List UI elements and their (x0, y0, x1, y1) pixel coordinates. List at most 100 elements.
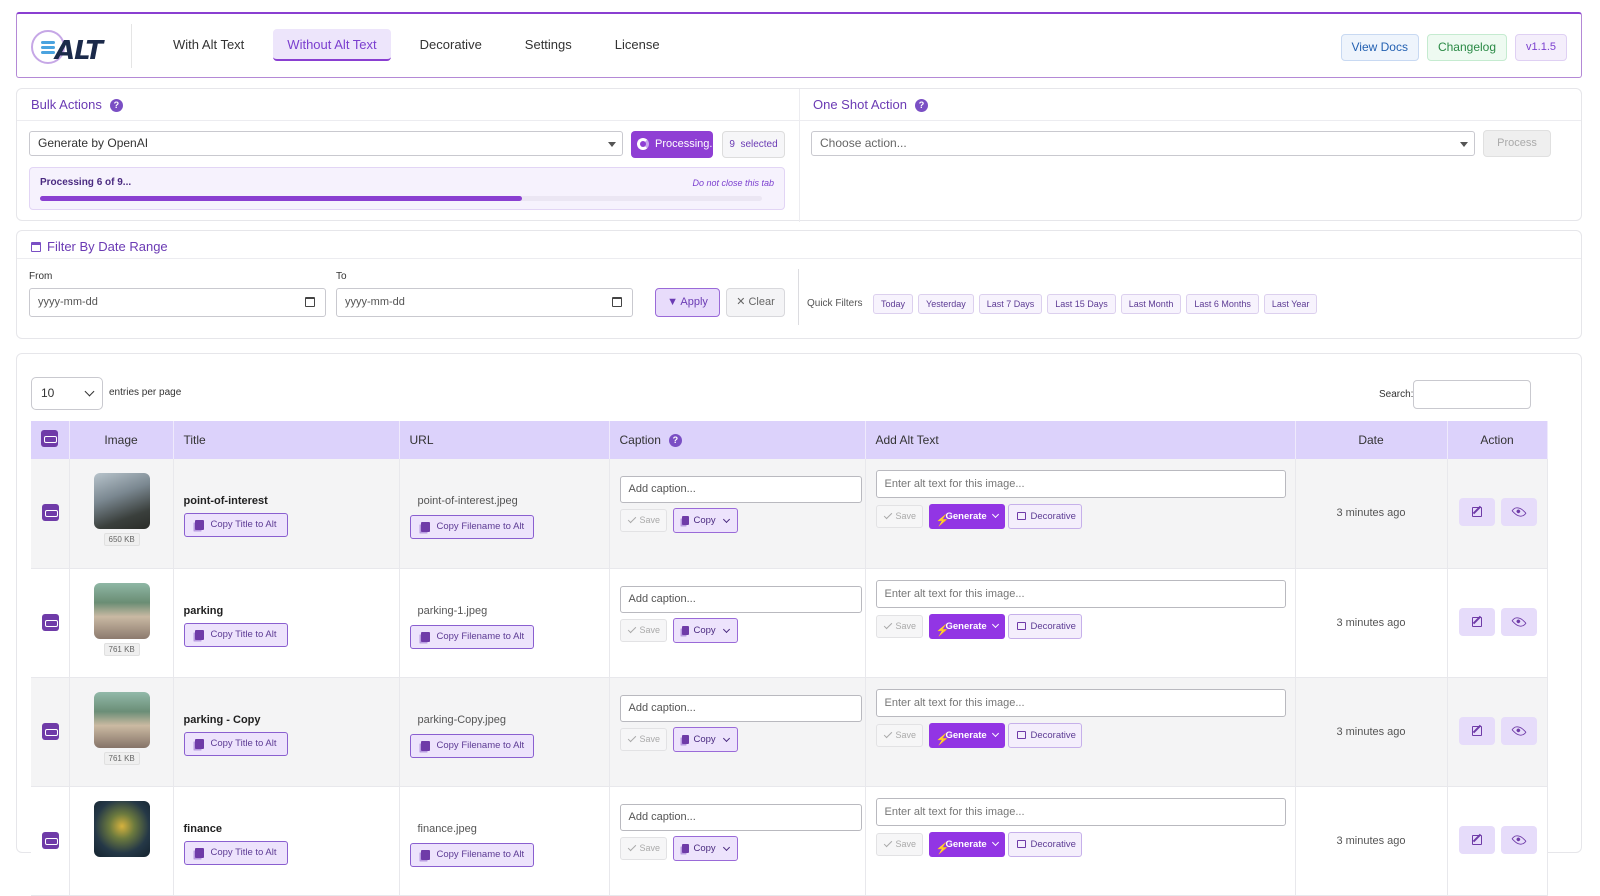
one-shot-select[interactable]: Choose action... (811, 131, 1475, 156)
row-alt-cell: Enter alt text for this image... Save ⚡ G… (865, 568, 1296, 678)
copy-title-to-alt-button[interactable]: Copy Title to Alt (183, 513, 288, 537)
calendar-icon[interactable] (612, 297, 622, 307)
edit-icon (1471, 507, 1482, 517)
tab-with-alt-text[interactable]: With Alt Text (159, 29, 258, 61)
row-filename: finance.jpeg (417, 822, 477, 835)
copy-caption-button[interactable]: Copy (672, 617, 738, 643)
row-title-cell: parking - Copy Copy Title to Alt (173, 677, 400, 787)
help-icon[interactable]: ? (914, 99, 928, 112)
edit-button[interactable] (1458, 716, 1495, 745)
decorative-button[interactable]: Decorative (1007, 504, 1082, 529)
copy-title-to-alt-button[interactable]: Copy Title to Alt (183, 731, 288, 756)
generate-button[interactable]: ⚡ Generate (928, 504, 1005, 529)
column-header-url[interactable]: URL (399, 421, 610, 459)
caption-header-label: Caption (619, 433, 661, 447)
copy-filename-to-alt-button[interactable]: Copy Filename to Alt (409, 515, 534, 539)
edit-button[interactable] (1458, 607, 1495, 636)
bulk-action-select[interactable]: Generate by OpenAI (29, 131, 623, 156)
generate-button[interactable]: ⚡ Generate (928, 613, 1005, 639)
alt-text-input[interactable]: Enter alt text for this image... (875, 688, 1286, 717)
help-icon[interactable]: ? (109, 99, 123, 112)
tab-settings[interactable]: Settings (511, 29, 586, 61)
save-alt-button[interactable]: Save (875, 832, 923, 856)
quick-filter-last-15-days[interactable]: Last 15 Days (1047, 294, 1116, 314)
copy-filename-to-alt-button[interactable]: Copy Filename to Alt (409, 733, 534, 758)
search-input[interactable] (1413, 380, 1531, 409)
quick-filter-last-year[interactable]: Last Year (1263, 294, 1318, 314)
row-caption-cell: Add caption... Save Copy (609, 786, 866, 896)
save-caption-button[interactable]: Save (619, 618, 667, 642)
copy-title-to-alt-button[interactable]: Copy Title to Alt (183, 840, 288, 865)
alt-text-input[interactable]: Enter alt text for this image... (875, 579, 1286, 608)
tab-license[interactable]: License (601, 29, 674, 61)
save-caption-button[interactable]: Save (619, 836, 667, 860)
save-alt-button[interactable]: Save (875, 614, 923, 638)
generate-button[interactable]: ⚡ Generate (928, 831, 1005, 857)
caption-input[interactable]: Add caption... (619, 585, 862, 613)
copy-icon (681, 843, 689, 853)
save-caption-button[interactable]: Save (619, 727, 667, 751)
per-page-select[interactable]: 10 (31, 377, 103, 410)
save-alt-button[interactable]: Save (875, 723, 923, 747)
clear-button[interactable]: ✕ Clear (726, 288, 785, 317)
row-checkbox[interactable] (42, 722, 59, 740)
quick-filter-yesterday[interactable]: Yesterday (918, 294, 974, 314)
view-button[interactable] (1500, 825, 1537, 854)
column-header-date[interactable]: Date (1295, 421, 1448, 459)
to-date-input[interactable]: yyyy-mm-dd (336, 288, 633, 317)
processing-button[interactable]: Processing... (631, 131, 719, 158)
quick-filter-last-month[interactable]: Last Month (1120, 294, 1182, 314)
row-title: parking - Copy (183, 713, 261, 726)
image-thumbnail[interactable] (93, 473, 150, 529)
decorative-button[interactable]: Decorative (1007, 613, 1082, 639)
view-button[interactable] (1500, 498, 1537, 526)
process-button[interactable]: Process (1483, 130, 1551, 157)
copy-caption-button[interactable]: Copy (672, 835, 738, 861)
view-button[interactable] (1500, 716, 1537, 745)
from-date-input[interactable]: yyyy-mm-dd (29, 288, 326, 317)
caption-input[interactable]: Add caption... (619, 803, 862, 831)
calendar-icon[interactable] (305, 297, 315, 307)
apply-button[interactable]: ▼ Apply (655, 288, 720, 317)
alt-text-input[interactable]: Enter alt text for this image... (875, 470, 1286, 498)
copy-icon (194, 738, 204, 749)
copy-filename-to-alt-button[interactable]: Copy Filename to Alt (409, 624, 534, 649)
quick-filter-last-6-months[interactable]: Last 6 Months (1186, 294, 1259, 314)
image-thumbnail[interactable] (93, 582, 150, 639)
filter-divider (17, 258, 1581, 259)
edit-button[interactable] (1458, 825, 1495, 854)
row-checkbox[interactable] (42, 504, 59, 521)
nav-tabs: With Alt Text Without Alt Text Decorativ… (159, 29, 689, 61)
save-alt-button[interactable]: Save (875, 505, 923, 528)
generate-button[interactable]: ⚡ Generate (928, 722, 1005, 748)
caption-input[interactable]: Add caption... (619, 476, 862, 503)
quick-filter-today[interactable]: Today (873, 294, 914, 314)
image-thumbnail[interactable] (93, 800, 150, 857)
column-header-title[interactable]: Title (173, 421, 400, 459)
tab-decorative[interactable]: Decorative (406, 29, 496, 61)
quick-filter-last-7-days[interactable]: Last 7 Days (978, 294, 1043, 314)
help-icon[interactable]: ? (668, 434, 682, 447)
alt-text-input[interactable]: Enter alt text for this image... (875, 797, 1286, 826)
decorative-button[interactable]: Decorative (1007, 722, 1082, 748)
copy-icon (681, 516, 689, 525)
copy-filename-to-alt-button[interactable]: Copy Filename to Alt (409, 842, 534, 867)
copy-caption-button[interactable]: Copy (672, 508, 738, 533)
decorative-label: Decorative (1030, 620, 1076, 632)
view-docs-button[interactable]: View Docs (1340, 34, 1419, 61)
copy-caption-button[interactable]: Copy (672, 726, 738, 752)
row-action-cell (1447, 459, 1548, 569)
image-thumbnail[interactable] (93, 691, 150, 748)
edit-button[interactable] (1458, 498, 1495, 526)
table-row: 761 KB parking Copy Title to Alt parking… (31, 568, 1548, 678)
tab-without-alt-text[interactable]: Without Alt Text (273, 29, 391, 61)
save-caption-button[interactable]: Save (619, 509, 667, 532)
view-button[interactable] (1500, 607, 1537, 636)
select-all-checkbox[interactable] (41, 430, 59, 447)
generate-label: Generate (945, 511, 987, 522)
decorative-button[interactable]: Decorative (1007, 831, 1082, 857)
changelog-button[interactable]: Changelog (1426, 34, 1508, 61)
row-checkbox[interactable] (42, 613, 59, 631)
caption-input[interactable]: Add caption... (619, 694, 862, 722)
copy-title-to-alt-button[interactable]: Copy Title to Alt (183, 622, 288, 647)
